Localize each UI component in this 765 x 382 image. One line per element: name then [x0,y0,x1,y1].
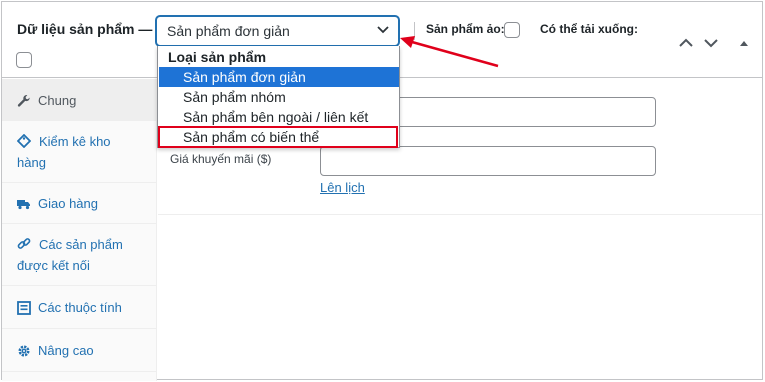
annotation-arrow-icon [400,36,499,68]
panel-title: Dữ liệu sản phẩm — [17,21,153,37]
tab-attributes[interactable]: Các thuộc tính [2,287,157,329]
product-type-dropdown: Loại sản phẩm Sản phẩm đơn giản Sản phẩm… [157,46,400,148]
title-checkbox[interactable] [16,52,32,68]
tab-linked-products-label: Các sản phẩm được kết nối [17,237,123,273]
tab-inventory-label: Kiểm kê kho hàng [17,134,111,170]
tab-advanced-label: Nâng cao [38,343,94,358]
tab-inventory[interactable]: Kiểm kê kho hàng [2,122,157,183]
wrench-icon [17,95,30,107]
option-external-product[interactable]: Sản phẩm bên ngoài / liên kết [159,107,399,127]
tab-shipping-label: Giao hàng [38,196,98,211]
tab-general[interactable]: Chung [2,79,157,121]
virtual-checkbox[interactable] [504,22,520,38]
product-data-panel: Dữ liệu sản phẩm — Sản phẩm đơn giản Sản… [1,1,763,381]
tab-attributes-label: Các thuộc tính [38,300,122,315]
tab-shipping[interactable]: Giao hàng [2,184,157,224]
tab-general-label: Chung [38,93,77,108]
option-variable-product[interactable]: Sản phẩm có biến thể [159,127,399,147]
sale-price-label: Giá khuyến mãi ($) [170,152,272,166]
product-type-value: Sản phẩm đơn giản [167,23,290,39]
tab-advanced[interactable]: Nâng cao [2,330,157,372]
sale-price-input[interactable] [320,146,656,176]
option-grouped-product[interactable]: Sản phẩm nhóm [159,87,399,107]
schedule-link[interactable]: Lên lịch [320,180,365,195]
downloadable-label: Có thể tải xuống: [540,22,638,36]
move-up-icon[interactable] [677,35,695,51]
dropdown-group-label: Loại sản phẩm [168,49,267,65]
option-simple-product[interactable]: Sản phẩm đơn giản [159,67,399,87]
product-data-tabs: Chung Kiểm kê kho hàng Giao hàng Các sản… [2,79,157,381]
tab-linked-products[interactable]: Các sản phẩm được kết nối [2,225,157,286]
list-icon [17,301,31,315]
move-down-icon[interactable] [702,35,720,51]
gear-icon [18,345,30,357]
product-type-select[interactable]: Sản phẩm đơn giản [156,16,399,46]
truck-icon [17,200,30,210]
collapse-toggle-icon[interactable] [735,35,753,51]
chevron-down-icon [377,26,389,34]
